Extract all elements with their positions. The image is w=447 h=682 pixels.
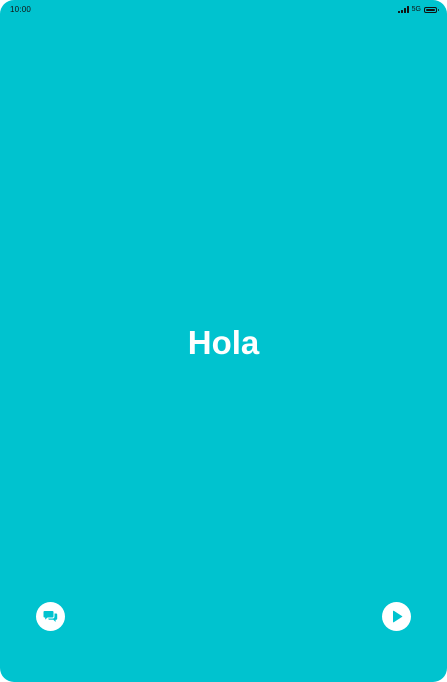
network-type: 5G [411, 5, 421, 13]
status-bar: 10:00 5G [0, 0, 447, 20]
app-screen: 10:00 5G Hola [0, 0, 447, 682]
chat-button[interactable] [36, 602, 65, 631]
chat-bubbles-icon [43, 611, 58, 622]
greeting-text: Hola [187, 324, 260, 361]
status-time: 10:00 [10, 5, 32, 14]
status-indicators: 5G [397, 5, 439, 14]
play-button[interactable] [382, 602, 411, 631]
battery-icon [424, 6, 439, 13]
signal-icon [397, 6, 409, 13]
play-icon [392, 610, 402, 623]
